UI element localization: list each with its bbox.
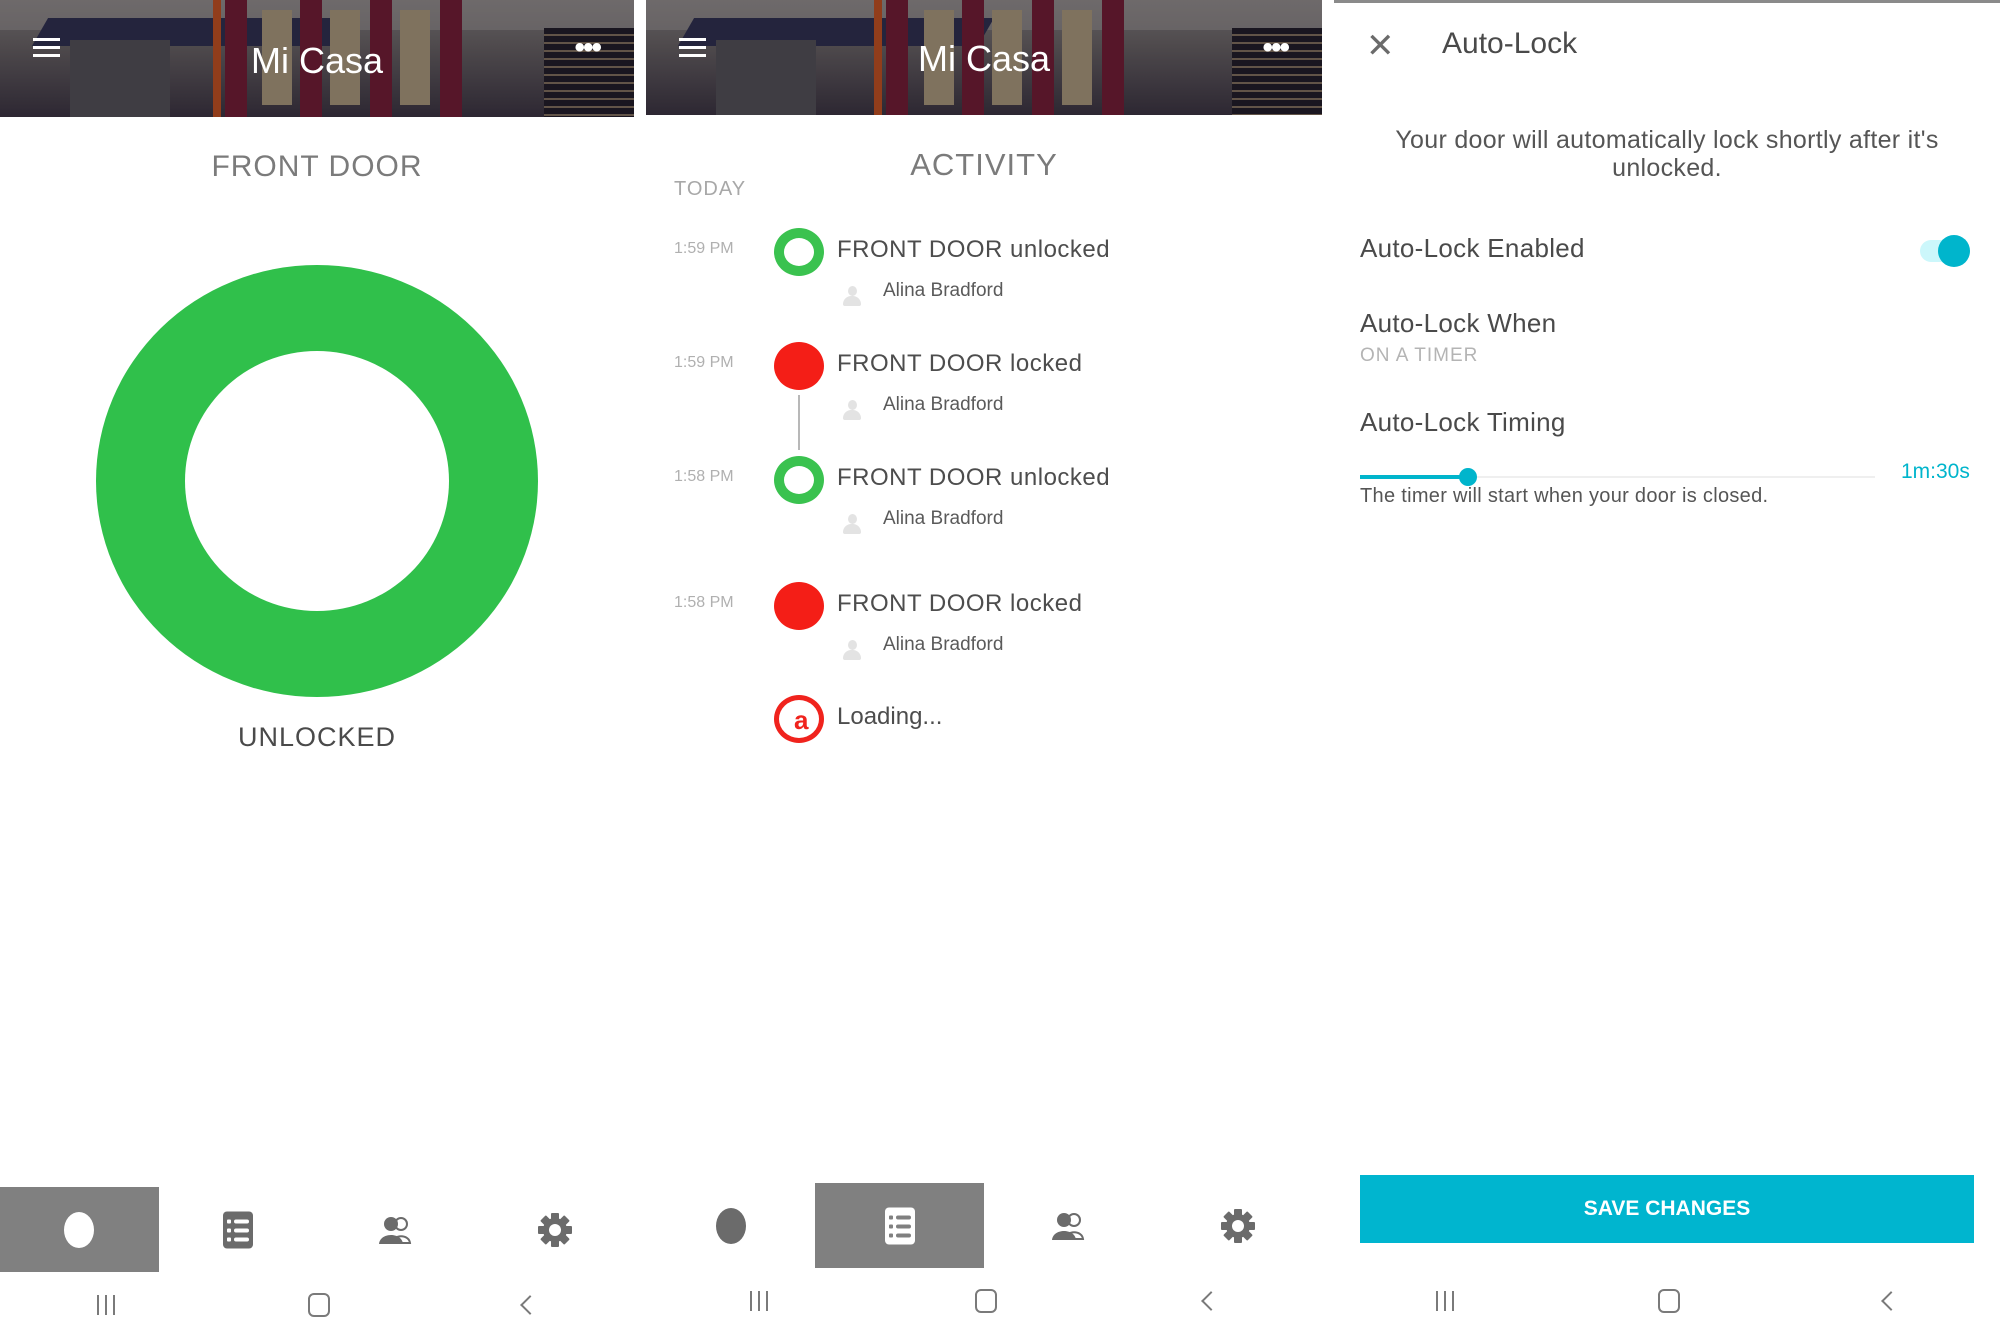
home-header-image: Mi Casa ••• xyxy=(0,0,634,117)
lock-status-dot-icon xyxy=(64,1211,95,1248)
recents-icon[interactable] xyxy=(96,1295,115,1315)
user-avatar-icon xyxy=(843,286,861,306)
autolock-description: Your door will automatically lock shortl… xyxy=(1395,126,1939,182)
lock-status-dot-icon xyxy=(715,1207,746,1244)
tab-lock-status[interactable] xyxy=(646,1183,815,1268)
tab-activity[interactable] xyxy=(815,1183,984,1268)
lock-screen: Mi Casa ••• FRONT DOOR UNLOCKED xyxy=(0,0,634,1333)
timing-hint: The timer will start when your door is c… xyxy=(1360,485,1769,507)
home-name: Mi Casa xyxy=(250,40,384,81)
tab-users[interactable] xyxy=(317,1187,476,1272)
unlocked-status-icon xyxy=(774,228,824,276)
event-time: 1:58 PM xyxy=(674,594,734,611)
tab-settings[interactable] xyxy=(1153,1183,1322,1268)
event-time: 1:58 PM xyxy=(674,468,734,485)
activity-list-icon xyxy=(884,1207,915,1244)
autolock-when-value[interactable]: ON A TIMER xyxy=(1360,345,1478,367)
tab-users[interactable] xyxy=(984,1183,1153,1268)
locked-status-icon xyxy=(774,342,824,390)
back-icon[interactable] xyxy=(520,1295,541,1315)
event-text: FRONT DOOR locked xyxy=(837,590,1083,617)
system-nav-bar xyxy=(0,1280,634,1330)
event-time: 1:59 PM xyxy=(674,354,734,371)
event-user: Alina Bradford xyxy=(883,394,1004,415)
system-nav-bar xyxy=(1334,1276,2000,1326)
gear-icon xyxy=(537,1212,573,1248)
tab-settings[interactable] xyxy=(476,1187,635,1272)
activity-screen: Mi Casa ••• ACTIVITY TODAY 1:59 PM FRONT… xyxy=(646,0,1322,1333)
recents-icon[interactable] xyxy=(749,1291,768,1311)
home-icon[interactable] xyxy=(307,1293,330,1317)
back-icon[interactable] xyxy=(1201,1291,1222,1311)
timeline-connector xyxy=(798,395,800,450)
activity-item[interactable]: 1:58 PM FRONT DOOR unlocked Alina Bradfo… xyxy=(646,456,1322,556)
users-icon xyxy=(379,1215,413,1245)
user-avatar-icon xyxy=(843,640,861,660)
autolock-enabled-label: Auto-Lock Enabled xyxy=(1360,233,1585,263)
event-text: FRONT DOOR unlocked xyxy=(837,236,1111,263)
tab-activity[interactable] xyxy=(159,1187,318,1272)
tab-lock-status[interactable] xyxy=(0,1187,159,1272)
lock-toggle-ring[interactable] xyxy=(96,265,538,697)
section-today: TODAY xyxy=(674,178,747,200)
close-icon[interactable]: ✕ xyxy=(1366,29,1395,63)
bottom-nav xyxy=(0,1187,634,1272)
save-changes-button[interactable]: SAVE CHANGES xyxy=(1360,1175,1974,1243)
event-text: FRONT DOOR unlocked xyxy=(837,464,1111,491)
home-header-image: Mi Casa ••• xyxy=(646,0,1322,115)
system-nav-bar xyxy=(646,1276,1322,1326)
page-title: Auto-Lock xyxy=(1442,27,1578,60)
recents-icon[interactable] xyxy=(1436,1291,1454,1311)
gear-icon xyxy=(1220,1208,1256,1244)
event-time: 1:59 PM xyxy=(674,240,734,257)
lock-state-label: UNLOCKED xyxy=(237,722,397,752)
activity-list-icon xyxy=(222,1211,253,1248)
user-avatar-icon xyxy=(843,400,861,420)
loading-spinner-icon: a xyxy=(774,695,824,743)
unlocked-status-icon xyxy=(774,456,824,504)
event-user: Alina Bradford xyxy=(883,508,1004,529)
back-icon[interactable] xyxy=(1881,1291,1901,1311)
slider-thumb[interactable] xyxy=(1459,468,1478,486)
users-icon xyxy=(1051,1211,1086,1241)
more-options-icon[interactable]: ••• xyxy=(574,33,601,63)
autolock-timing-value: 1m:30s xyxy=(1901,460,1970,483)
autolock-enabled-toggle[interactable] xyxy=(1918,235,1974,267)
autolock-timing-label: Auto-Lock Timing xyxy=(1360,407,1566,437)
activity-title: ACTIVITY xyxy=(910,147,1058,182)
activity-item[interactable]: 1:59 PM FRONT DOOR unlocked Alina Bradfo… xyxy=(646,228,1322,328)
autolock-when-label[interactable]: Auto-Lock When xyxy=(1360,308,1556,339)
event-text: FRONT DOOR locked xyxy=(837,350,1083,377)
user-avatar-icon xyxy=(843,514,861,534)
event-user: Alina Bradford xyxy=(883,280,1004,301)
activity-item[interactable]: 1:58 PM FRONT DOOR locked Alina Bradford xyxy=(646,582,1322,682)
locked-status-icon xyxy=(774,582,824,630)
activity-item[interactable]: 1:59 PM FRONT DOOR locked Alina Bradford xyxy=(646,342,1322,442)
home-name: Mi Casa xyxy=(917,38,1051,79)
bottom-nav xyxy=(646,1183,1322,1268)
loading-text: Loading... xyxy=(837,703,943,730)
event-user: Alina Bradford xyxy=(883,634,1004,655)
autolock-screen: ✕ Auto-Lock Your door will automatically… xyxy=(1334,0,2000,1333)
home-icon[interactable] xyxy=(974,1289,997,1313)
home-icon[interactable] xyxy=(1658,1289,1680,1313)
door-name: FRONT DOOR xyxy=(211,150,423,183)
more-options-icon[interactable]: ••• xyxy=(1262,33,1289,63)
